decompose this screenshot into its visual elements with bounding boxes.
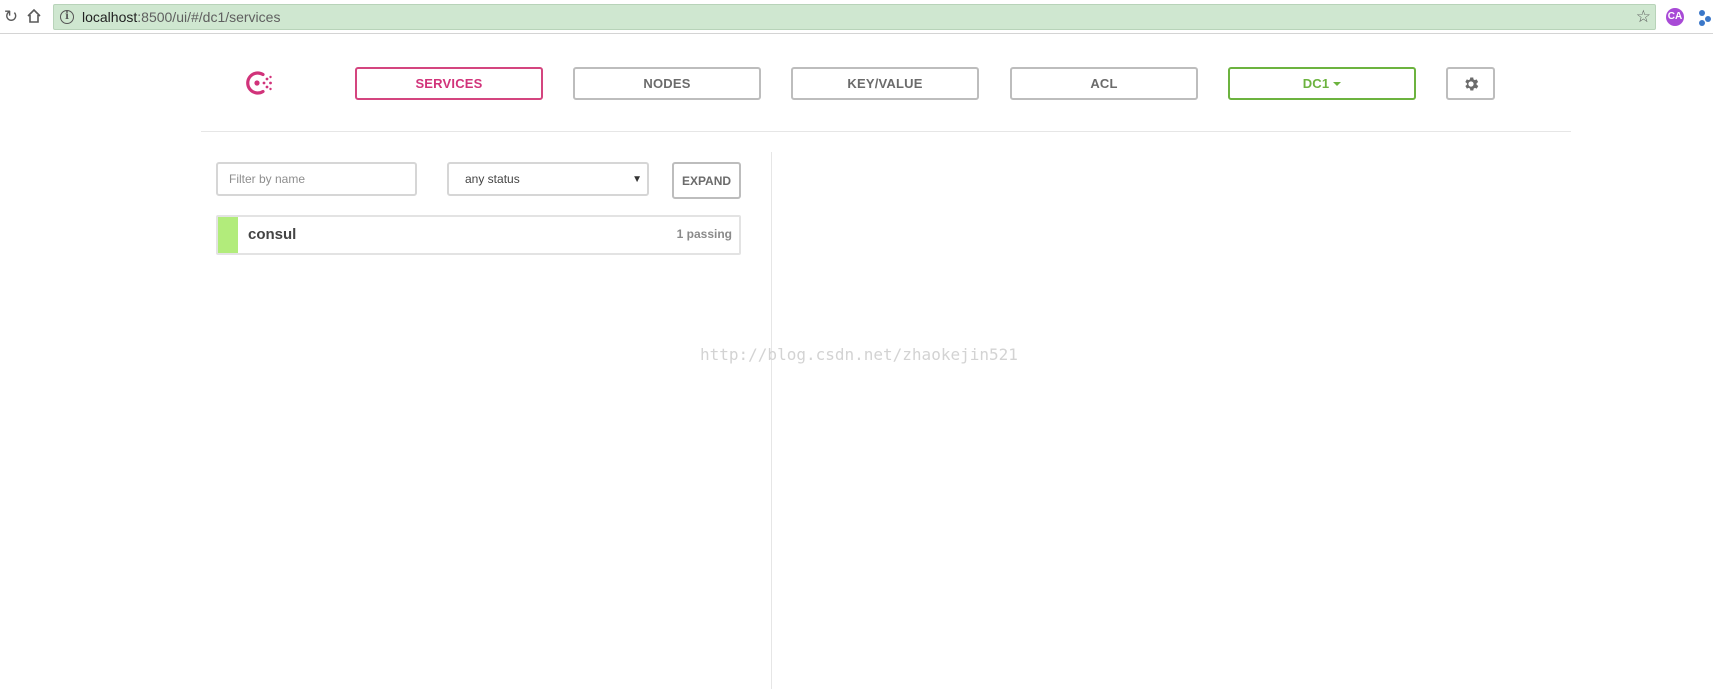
status-filter-select[interactable]: any status ▼ <box>447 162 649 196</box>
star-icon[interactable]: ☆ <box>1636 7 1651 27</box>
extension-icon-2[interactable] <box>1697 8 1713 26</box>
column-divider <box>771 152 772 689</box>
tab-key-value[interactable]: KEY/VALUE <box>791 67 979 100</box>
caret-down-icon <box>1333 81 1342 86</box>
service-checks-summary: 1 passing <box>676 227 732 241</box>
extension-icon[interactable]: CA <box>1666 8 1684 26</box>
datacenter-label: DC1 <box>1302 76 1330 91</box>
home-icon[interactable] <box>23 5 45 27</box>
datacenter-dropdown[interactable]: DC1 <box>1228 67 1416 100</box>
service-name: consul <box>248 226 297 243</box>
address-bar[interactable]: i localhost:8500/ui/#/dc1/services ☆ <box>53 4 1656 30</box>
status-filter-value: any status <box>465 172 520 186</box>
tab-acl[interactable]: ACL <box>1010 67 1198 100</box>
reload-icon[interactable]: ↻ <box>0 5 22 27</box>
url-host: localhost <box>82 9 138 25</box>
service-list-item[interactable]: consul 1 passing <box>216 215 741 255</box>
expand-button[interactable]: EXPAND <box>672 162 741 199</box>
dropdown-arrow-icon: ▼ <box>632 174 642 185</box>
tab-nodes[interactable]: NODES <box>573 67 761 100</box>
watermark-text: http://blog.csdn.net/zhaokejin521 <box>700 345 1018 364</box>
header-divider <box>201 131 1571 132</box>
filter-by-name-input[interactable] <box>216 162 417 196</box>
info-icon[interactable]: i <box>60 10 74 24</box>
url-text: localhost:8500/ui/#/dc1/services <box>82 9 280 25</box>
settings-button[interactable] <box>1446 67 1495 100</box>
url-path: :8500/ui/#/dc1/services <box>137 9 281 25</box>
service-status-indicator <box>218 217 238 253</box>
consul-logo-icon[interactable] <box>246 69 274 97</box>
gear-icon <box>1464 76 1478 91</box>
tab-services[interactable]: SERVICES <box>355 67 543 100</box>
browser-toolbar: ↻ i localhost:8500/ui/#/dc1/services ☆ C… <box>0 0 1713 34</box>
